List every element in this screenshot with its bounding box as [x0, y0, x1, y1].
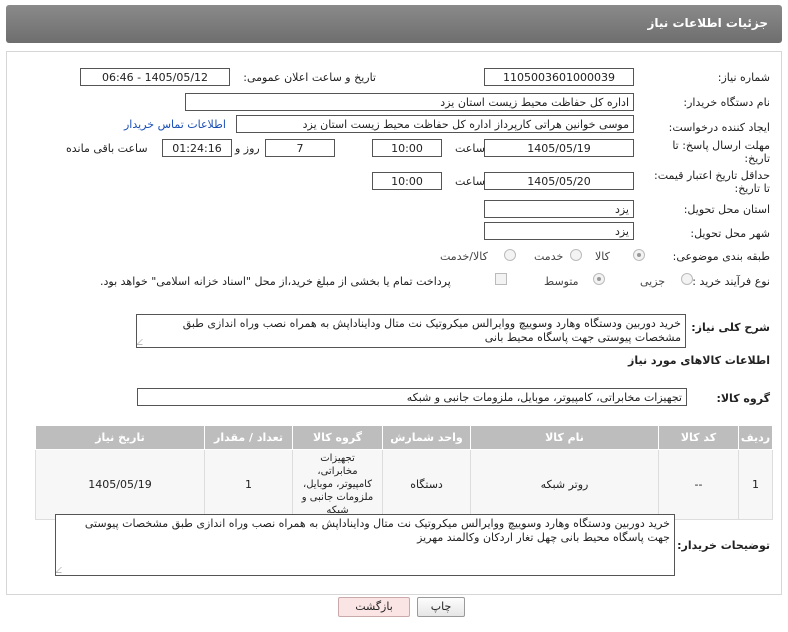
category-option-goods-service: کالا/خدمت [440, 250, 488, 263]
resize-grip-icon[interactable] [56, 567, 67, 573]
buyer-notes-textarea[interactable]: خرید دوربین ودستگاه وهارد وسوییچ ووایرال… [55, 514, 675, 576]
col-header-goods-name: نام کالا [470, 425, 659, 450]
process-radio-medium[interactable] [593, 273, 605, 285]
deadline-date-field: 1405/05/19 [484, 139, 634, 157]
cell-quantity: 1 [204, 449, 293, 520]
days-field: 7 [265, 139, 335, 157]
buyer-notes-text: خرید دوربین ودستگاه وهارد وسوییچ ووایرال… [84, 517, 670, 544]
col-header-goods-code: کد کالا [658, 425, 739, 450]
process-type-label: نوع فرآیند خرید : [692, 275, 770, 288]
price-validity-date-field: 1405/05/20 [484, 172, 634, 190]
process-radio-minor[interactable] [681, 273, 693, 285]
deadline-label-2: تاریخ: [744, 152, 770, 165]
city-field: یزد [484, 222, 634, 240]
creator-label: ایجاد کننده درخواست: [668, 121, 770, 134]
announce-date-label: تاریخ و ساعت اعلان عمومی: [243, 71, 376, 84]
print-button[interactable]: چاپ [417, 597, 465, 617]
cell-goods-group: تجهیزات مخابراتی، کامپیوتر، موبایل، ملزو… [292, 449, 383, 520]
goods-group-field: تجهیزات مخابراتی، کامپیوتر، موبایل، ملزو… [137, 388, 687, 406]
price-validity-time-field: 10:00 [372, 172, 442, 190]
process-option-medium: متوسط [544, 275, 579, 288]
cell-need-date: 1405/05/19 [35, 449, 205, 520]
category-radio-goods[interactable] [633, 249, 645, 261]
page-title: جزئیات اطلاعات نیاز [647, 16, 768, 30]
col-header-goods-group: گروه کالا [292, 425, 383, 450]
cell-goods-name: روتر شبکه [470, 449, 659, 520]
category-radio-goods-service[interactable] [504, 249, 516, 261]
col-header-unit: واحد شمارش [382, 425, 471, 450]
province-field: یزد [484, 200, 634, 218]
category-option-service: خدمت [534, 250, 564, 263]
remaining-time-field: 01:24:16 [162, 139, 232, 157]
category-radio-service[interactable] [570, 249, 582, 261]
creator-field: موسی خوانین هراتی کارپرداز اداره کل حفاظ… [236, 115, 634, 133]
cell-row-number: 1 [738, 449, 773, 520]
description-text: خرید دوربین ودستگاه وهارد وسوییچ ووایرال… [182, 317, 681, 344]
need-number-label: شماره نیاز: [717, 71, 770, 84]
category-label: طبقه بندی موضوعی: [672, 250, 770, 263]
col-header-need-date: تاریخ نیاز [35, 425, 205, 450]
col-header-quantity: تعداد / مقدار [204, 425, 293, 450]
days-label: روز و [235, 142, 260, 155]
cell-unit: دستگاه [382, 449, 471, 520]
goods-group-label: گروه کالا: [716, 392, 770, 405]
description-textarea[interactable]: خرید دوربین ودستگاه وهارد وسوییچ ووایرال… [136, 314, 686, 348]
category-option-goods: کالا [595, 250, 610, 263]
table-header-row: ردیف کد کالا نام کالا واحد شمارش گروه کا… [35, 425, 773, 450]
buyer-contact-link[interactable]: اطلاعات تماس خریدار [124, 118, 226, 131]
remaining-time-label: ساعت باقی مانده [66, 142, 148, 155]
price-validity-time-label: ساعت [455, 175, 485, 188]
back-button[interactable]: بازگشت [338, 597, 410, 617]
treasury-payment-checkbox[interactable] [495, 273, 507, 285]
goods-info-title: اطلاعات کالاهای مورد نیاز [628, 354, 770, 367]
deadline-time-field: 10:00 [372, 139, 442, 157]
deadline-time-label: ساعت [455, 142, 485, 155]
table-row: 1 -- روتر شبکه دستگاه تجهیزات مخابراتی، … [35, 449, 773, 520]
cell-goods-code: -- [658, 449, 739, 520]
price-validity-label-2: تا تاریخ: [734, 182, 770, 195]
process-option-minor: جزیی [640, 275, 666, 288]
deadline-label: مهلت ارسال پاسخ: تا [672, 139, 770, 152]
description-label: شرح کلی نیاز: [691, 321, 770, 334]
need-number-field: 1105003601000039 [484, 68, 634, 86]
page-header: جزئیات اطلاعات نیاز [6, 5, 782, 43]
buyer-org-field: اداره کل حفاظت محیط زیست استان یزد [185, 93, 634, 111]
buyer-notes-label: توضیحات خریدار: [677, 539, 770, 552]
province-label: استان محل تحویل: [683, 203, 770, 216]
announce-date-field: 1405/05/12 - 06:46 [80, 68, 230, 86]
resize-grip-icon[interactable] [137, 339, 148, 345]
goods-table: ردیف کد کالا نام کالا واحد شمارش گروه کا… [35, 425, 773, 520]
price-validity-label: حداقل تاریخ اعتبار قیمت: [654, 169, 770, 182]
buyer-org-label: نام دستگاه خریدار: [683, 96, 770, 109]
city-label: شهر محل تحویل: [690, 227, 770, 240]
col-header-row-number: ردیف [738, 425, 773, 450]
treasury-payment-note: پرداخت تمام یا بخشی از مبلغ خرید،از محل … [100, 275, 451, 288]
